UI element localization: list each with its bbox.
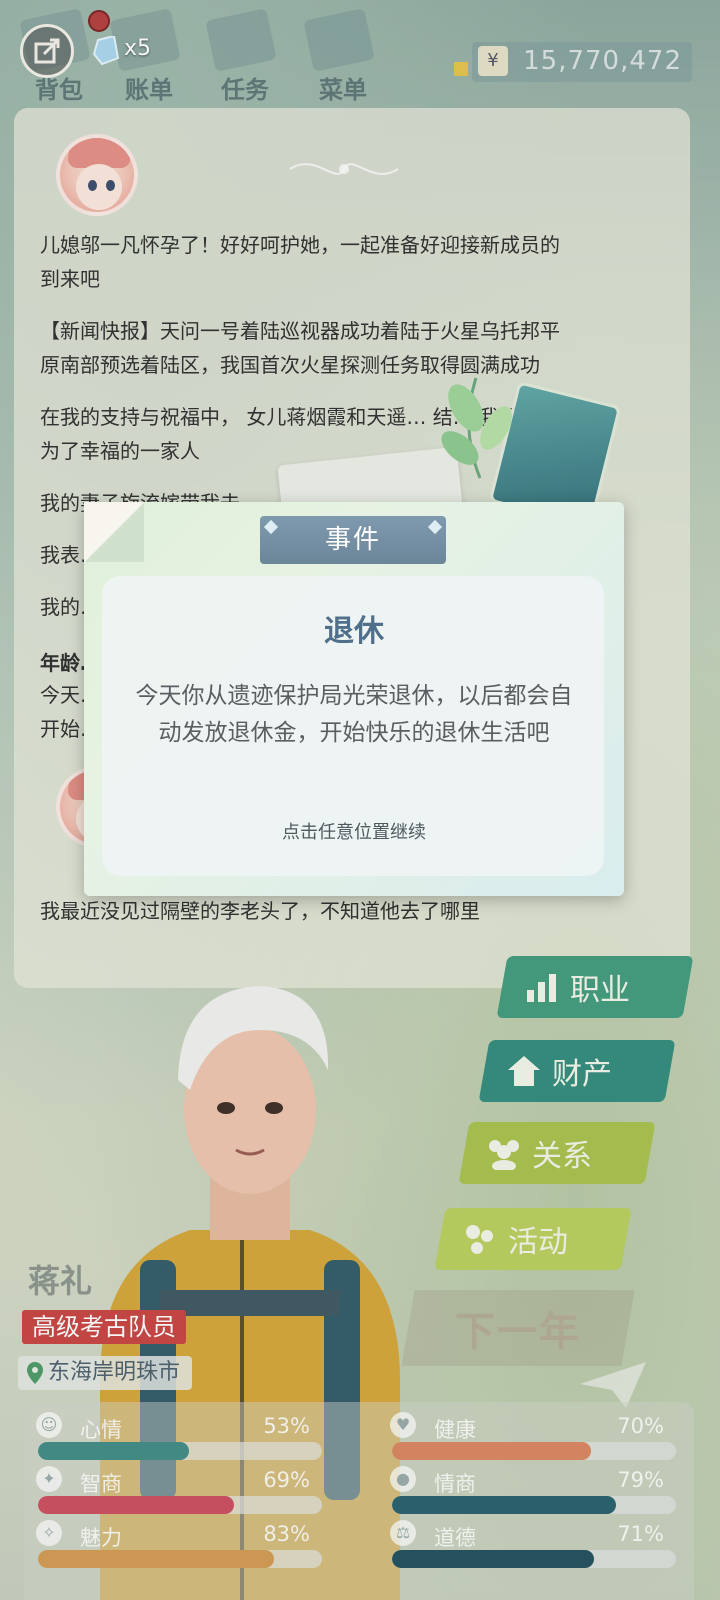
event-dialog[interactable]: 事件 退休 今天你从遗迹保护局光荣退休，以后都会自动发放退休金，开始快乐的退休生… — [84, 502, 624, 896]
event-body: 今天你从遗迹保护局光荣退休，以后都会自动发放退休金，开始快乐的退休生活吧 — [135, 683, 573, 746]
page-fold — [84, 502, 144, 562]
event-tab-label: 事件 — [260, 516, 446, 564]
continue-hint: 点击任意位置继续 — [282, 822, 426, 843]
event-heading: 退休 — [324, 614, 384, 649]
